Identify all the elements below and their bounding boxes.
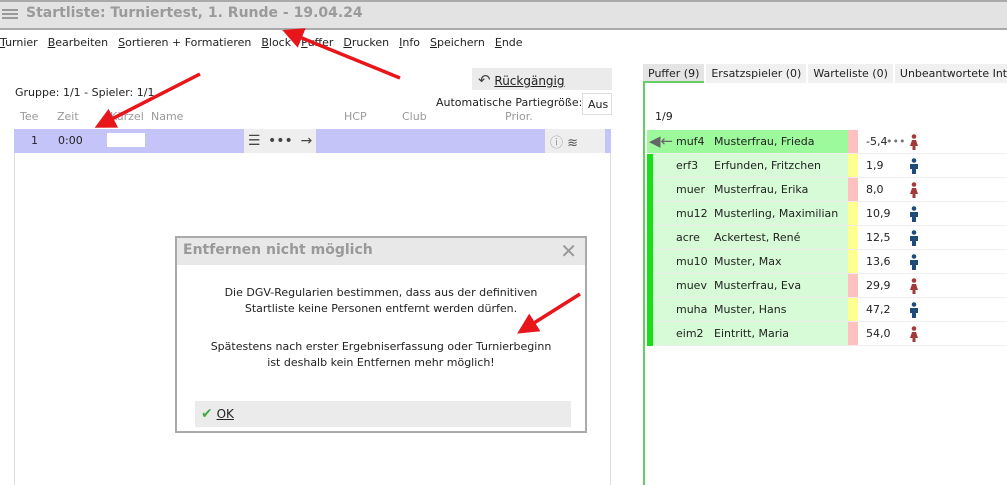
red-arrow bbox=[282, 28, 401, 80]
red-arrow bbox=[94, 72, 201, 128]
annotation-arrows bbox=[94, 28, 581, 334]
red-arrow bbox=[517, 292, 581, 334]
